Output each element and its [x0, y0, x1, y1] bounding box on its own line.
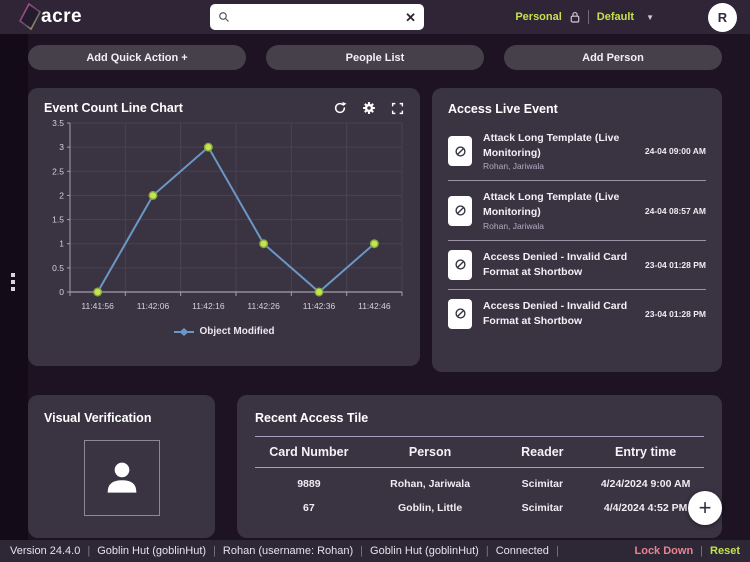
- user-label: Rohan (username: Rohan): [222, 545, 354, 557]
- site-label: Goblin Hut (goblinHut): [97, 545, 207, 557]
- svg-text:1: 1: [59, 239, 64, 249]
- denied-event-icon: [448, 136, 472, 167]
- svg-text:11:42:06: 11:42:06: [137, 301, 170, 311]
- reader-cell: Scimitar: [521, 502, 564, 514]
- svg-text:11:42:46: 11:42:46: [358, 301, 391, 311]
- event-time: 24-04 08:57 AM: [644, 205, 706, 216]
- entry-time-cell: 4/4/2024 4:52 PM: [603, 502, 688, 514]
- topbar-right: Personal Default ▼ R: [515, 0, 737, 34]
- table-row[interactable]: 67 Goblin, Little Scimitar 4/4/2024 4:52…: [255, 496, 704, 520]
- recent-access-table: Card Number Person Reader Entry time 988…: [255, 436, 704, 520]
- recent-access-panel: Recent Access Tile Card Number Person Re…: [237, 395, 722, 538]
- visual-verification-frame: [83, 440, 160, 516]
- chart-legend[interactable]: Object Modified: [40, 326, 408, 337]
- svg-text:11:41:56: 11:41:56: [81, 301, 114, 311]
- svg-text:11:42:36: 11:42:36: [303, 301, 336, 311]
- event-item[interactable]: Access Denied - Invalid Card Format at S…: [448, 290, 706, 338]
- svg-text:11:42:16: 11:42:16: [192, 301, 225, 311]
- people-list-button[interactable]: People List: [266, 45, 484, 70]
- chart-title: Event Count Line Chart: [44, 101, 183, 115]
- fullscreen-icon[interactable]: [391, 102, 404, 115]
- person-cell: Goblin, Little: [398, 502, 463, 514]
- legend-label: Object Modified: [199, 326, 275, 337]
- line-chart: 0 0.5 1 1.5 2 2.5 3 3.5 11:41:56 11:42:06 11:42:16…: [52, 118, 403, 311]
- event-title: Access Denied - Invalid Card Format at S…: [483, 251, 628, 278]
- top-bar: acre ✕ Personal Default ▼ R: [0, 0, 750, 34]
- chevron-down-icon[interactable]: ▼: [646, 13, 654, 22]
- person-icon: [107, 462, 136, 493]
- access-live-event-panel: Access Live Event Attack Long Template (…: [432, 88, 722, 372]
- denied-event-icon: [448, 195, 472, 226]
- event-time: 23-04 01:28 PM: [645, 259, 706, 270]
- svg-text:0: 0: [59, 287, 64, 297]
- profile-mode-label: Personal: [515, 11, 562, 23]
- denied-event-icon: [448, 249, 472, 280]
- visual-verification-panel: Visual Verification: [28, 395, 215, 538]
- event-title: Attack Long Template (Live Monitoring): [483, 191, 620, 219]
- controller-label: Goblin Hut (goblinHut): [370, 545, 479, 557]
- event-count-chart-panel: Event Count Line Chart 0 0.5 1 1.5 2 2.5…: [28, 88, 420, 366]
- entry-time-cell: 4/24/2024 9:00 AM: [600, 478, 691, 490]
- acre-logo-icon: [18, 2, 42, 31]
- svg-text:3: 3: [59, 142, 64, 152]
- event-title: Access Denied - Invalid Card Format at S…: [483, 300, 628, 327]
- person-cell: Rohan, Jariwala: [390, 478, 471, 490]
- topbar-divider: [587, 10, 589, 24]
- avatar[interactable]: R: [708, 2, 737, 32]
- denied-event-icon: [448, 298, 472, 329]
- search-input[interactable]: [230, 10, 406, 24]
- add-quick-action-button[interactable]: Add Quick Action +: [28, 45, 246, 70]
- visual-verification-title: Visual Verification: [44, 411, 152, 425]
- quick-actions-row: Add Quick Action + People List Add Perso…: [28, 45, 722, 70]
- event-time: 23-04 01:28 PM: [645, 308, 706, 319]
- event-item[interactable]: Attack Long Template (Live Monitoring) R…: [448, 122, 706, 180]
- lock-icon: [570, 12, 580, 23]
- logo-text: acre: [41, 6, 83, 27]
- column-header: Card Number: [269, 445, 349, 459]
- clear-search-icon[interactable]: ✕: [405, 11, 416, 24]
- svg-text:11:42:26: 11:42:26: [247, 301, 280, 311]
- layout-selector[interactable]: Default: [597, 11, 634, 23]
- add-person-button[interactable]: Add Person: [504, 45, 722, 70]
- svg-text:2: 2: [59, 190, 64, 200]
- column-header: Entry time: [615, 445, 677, 459]
- add-button[interactable]: +: [688, 491, 722, 525]
- acre-logo: acre: [16, 2, 82, 32]
- card-number-cell: 9889: [297, 478, 321, 490]
- svg-text:3.5: 3.5: [52, 118, 64, 128]
- event-subtitle: Rohan, Jariwala: [483, 220, 544, 231]
- refresh-icon[interactable]: [333, 101, 347, 115]
- table-header-row: Card Number Person Reader Entry time: [255, 436, 704, 468]
- card-number-cell: 67: [303, 502, 315, 514]
- event-time: 24-04 09:00 AM: [644, 146, 706, 157]
- reset-button[interactable]: Reset: [710, 545, 740, 557]
- connection-status: Connected: [495, 545, 549, 557]
- live-events-list: Attack Long Template (Live Monitoring) R…: [448, 122, 706, 364]
- svg-text:2.5: 2.5: [52, 166, 64, 176]
- event-title: Attack Long Template (Live Monitoring): [483, 132, 620, 159]
- lock-down-button[interactable]: Lock Down: [635, 545, 694, 557]
- column-header: Person: [408, 445, 452, 459]
- table-row[interactable]: 9889 Rohan, Jariwala Scimitar 4/24/2024 …: [255, 472, 704, 496]
- column-header: Reader: [521, 445, 564, 459]
- event-item[interactable]: Attack Long Template (Live Monitoring) R…: [448, 181, 706, 239]
- svg-text:0.5: 0.5: [52, 263, 64, 273]
- chart-header: Event Count Line Chart: [40, 101, 408, 115]
- svg-text:1.5: 1.5: [52, 215, 64, 225]
- settings-gear-icon[interactable]: [362, 101, 376, 115]
- reader-cell: Scimitar: [521, 478, 564, 490]
- event-subtitle: Rohan, Jariwala: [483, 161, 544, 172]
- drag-handle-icon[interactable]: [11, 273, 15, 291]
- legend-marker-icon: [173, 327, 194, 336]
- dashboard-app: acre ✕ Personal Default ▼ R Add Quick Ac…: [0, 0, 750, 562]
- event-item[interactable]: Access Denied - Invalid Card Format at S…: [448, 241, 706, 289]
- version-label: Version 24.4.0: [10, 545, 81, 557]
- search-box: ✕: [210, 4, 424, 30]
- status-bar: Version 24.4.0 | Goblin Hut (goblinHut) …: [0, 540, 750, 562]
- search-icon: [219, 12, 229, 22]
- recent-access-title: Recent Access Tile: [255, 411, 369, 425]
- chart-toolbar: [333, 101, 404, 115]
- live-events-title: Access Live Event: [448, 102, 558, 116]
